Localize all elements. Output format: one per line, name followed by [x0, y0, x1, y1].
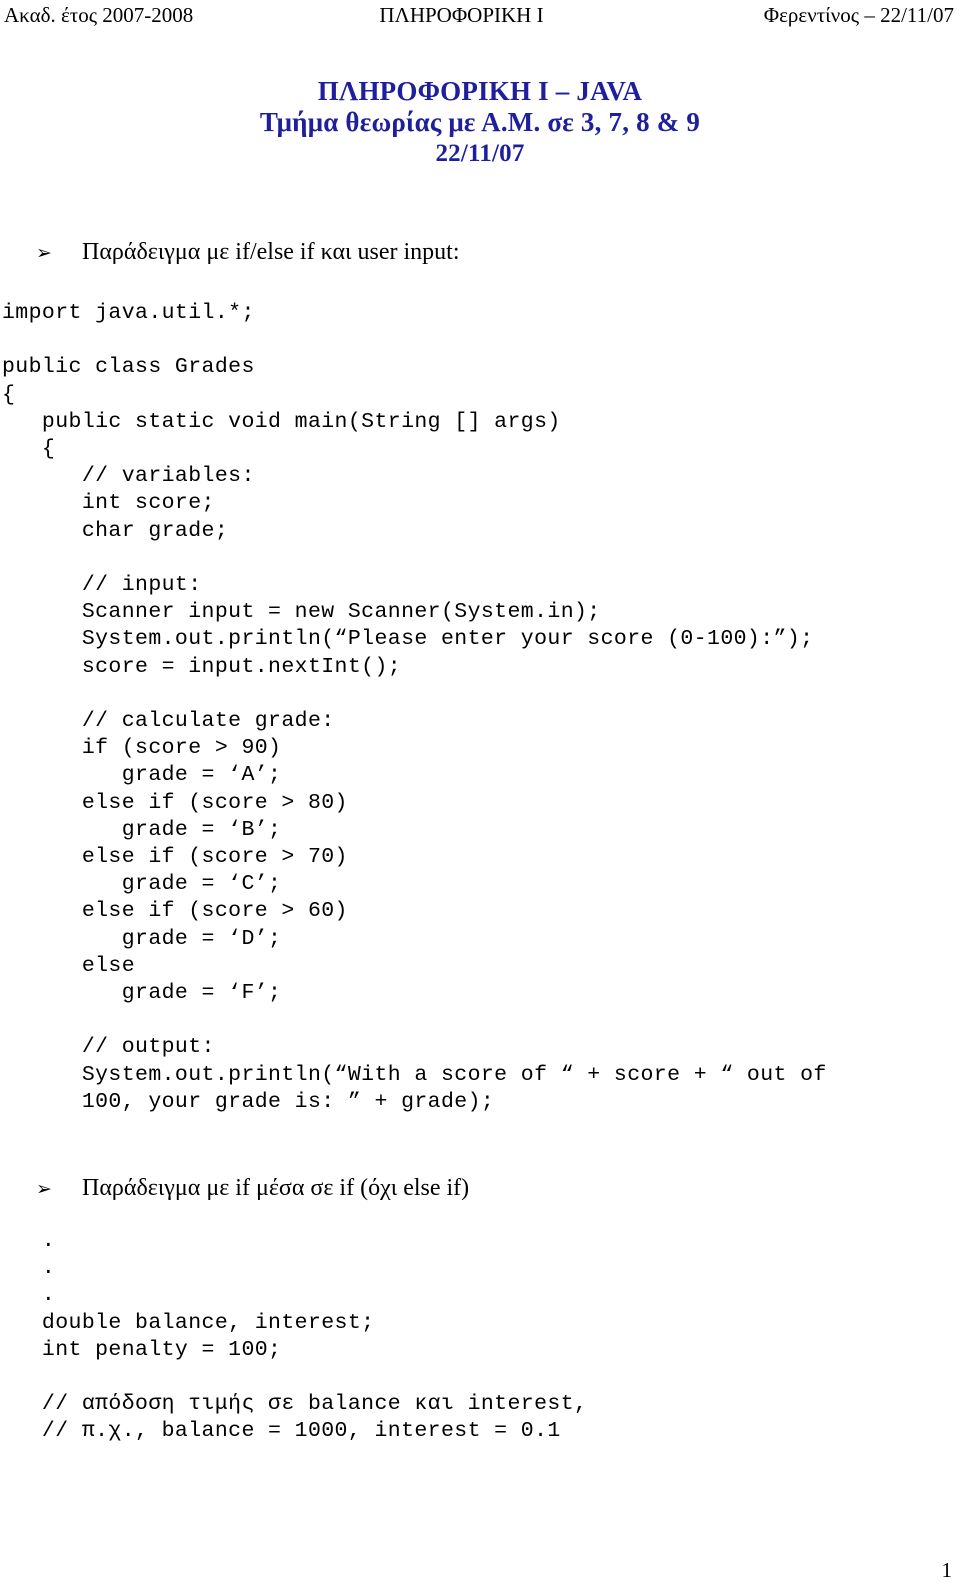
page-header: Ακαδ. έτος 2007-2008 ΠΛΗΡΟΦΟΡΙΚΗ Ι Φερεν…	[0, 2, 960, 32]
title-line-1: ΠΛΗΡΟΦΟΡΙΚΗ Ι – JAVA	[317, 76, 643, 106]
code-line: // output:	[2, 1035, 215, 1060]
code-line: grade = ‘F’;	[2, 981, 282, 1006]
bullet-heading-1-label: Παράδειγμα με if/else if και user input:	[82, 239, 460, 265]
code-line: // π.χ., balance = 1000, interest = 0.1	[2, 1419, 561, 1444]
bullet-heading-1: ➢ Παράδειγμα με if/else if και user inpu…	[36, 238, 460, 267]
code-line: {	[2, 437, 56, 462]
code-line: // απόδοση τιμής σε balance και interest…	[2, 1392, 588, 1417]
page-number: 1	[941, 1558, 953, 1582]
code-line: grade = ‘C’;	[2, 872, 282, 897]
header-course-title: ΠΛΗΡΟΦΟΡΙΚΗ Ι	[379, 3, 544, 27]
code-line: else if (score > 80)	[2, 790, 348, 815]
code-line: else	[2, 953, 136, 978]
code-line: int score;	[2, 491, 215, 516]
code-line: .	[2, 1229, 56, 1253]
code-line: grade = ‘D’;	[2, 926, 282, 951]
code-line: 100, your grade is: ” + grade);	[2, 1089, 495, 1114]
code-line: // input:	[2, 573, 202, 598]
code-line: .	[2, 1283, 56, 1308]
arrowhead-bullet-icon: ➢	[36, 242, 52, 264]
bullet-heading-2-label: Παράδειγμα με if μέσα σε if (όχι else if…	[82, 1175, 470, 1201]
code-line: int penalty = 100;	[2, 1337, 282, 1362]
code-line: import java.util.*;	[2, 301, 255, 325]
code-line: char grade;	[2, 518, 229, 543]
code-line: // variables:	[2, 464, 255, 489]
code-line: System.out.println(“With a score of “ + …	[2, 1062, 827, 1087]
title-line-3: 22/11/07	[435, 140, 525, 167]
code-line: double balance, interest;	[2, 1310, 375, 1335]
arrowhead-bullet-icon: ➢	[36, 1178, 52, 1200]
title-line-2: Τμήμα θεωρίας με Α.Μ. σε 3, 7, 8 & 9	[259, 107, 701, 137]
code-line: Scanner input = new Scanner(System.in);	[2, 600, 601, 625]
header-academic-year: Ακαδ. έτος 2007-2008	[4, 3, 194, 27]
code-line: else if (score > 70)	[2, 845, 348, 870]
code-line: public static void main(String [] args)	[2, 409, 561, 434]
code-line: grade = ‘B’;	[2, 817, 282, 842]
code-line: System.out.println(“Please enter your sc…	[2, 627, 814, 652]
code-line: score = input.nextInt();	[2, 654, 402, 679]
code-block-nested-if: . . . double balance, interest; int pena…	[2, 1228, 587, 1446]
code-line: {	[2, 382, 16, 407]
bullet-heading-2: ➢ Παράδειγμα με if μέσα σε if (όχι else …	[36, 1174, 469, 1203]
code-line: public class Grades	[2, 355, 255, 380]
header-author-date: Φερεντίνος – 22/11/07	[763, 3, 954, 27]
code-line: if (score > 90)	[2, 736, 282, 761]
code-line: // calculate grade:	[2, 709, 335, 734]
code-block-grades: import java.util.*; public class Grades{…	[2, 300, 827, 1116]
document-title: ΠΛΗΡΟΦΟΡΙΚΗ Ι – JAVA Τμήμα θεωρίας με Α.…	[0, 76, 960, 169]
code-line: grade = ‘A’;	[2, 763, 282, 788]
code-line: else if (score > 60)	[2, 899, 348, 924]
code-line: .	[2, 1256, 56, 1281]
